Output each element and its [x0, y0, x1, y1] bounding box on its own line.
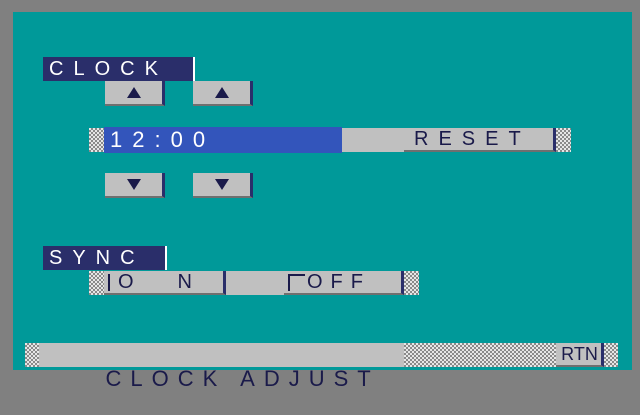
triangle-down-icon — [126, 179, 141, 190]
sync-on-indicator-icon — [108, 273, 110, 291]
reset-button-label: RESET — [414, 128, 531, 150]
hour-up-button[interactable] — [105, 81, 165, 106]
footer-title-text: CLOCK ADJUST — [105, 366, 380, 391]
return-button[interactable]: RTN — [556, 343, 604, 367]
sync-section-title: SYNC — [43, 246, 167, 270]
minute-down-button[interactable] — [193, 173, 253, 198]
hour-down-button[interactable] — [105, 173, 165, 198]
sync-row-spacer — [226, 271, 284, 295]
sync-on-button[interactable]: ON — [104, 271, 226, 295]
triangle-up-icon — [214, 87, 229, 98]
time-value: 12:00 — [110, 127, 216, 152]
footer-left-cap — [25, 343, 39, 367]
sync-row-right-cap — [404, 271, 419, 295]
reset-button[interactable]: RESET — [404, 128, 556, 152]
triangle-up-icon — [126, 87, 141, 98]
footer-filler — [404, 343, 556, 367]
sync-off-label: OFF — [307, 271, 371, 293]
clock-adjust-screen: CLOCK 12:00 RESET SYNC ON OFF CLOCK ADJU… — [13, 12, 632, 391]
triangle-down-icon — [214, 179, 229, 190]
time-row-spacer — [342, 128, 404, 152]
time-row-right-cap — [556, 128, 571, 152]
footer-title: CLOCK ADJUST — [39, 343, 404, 391]
sync-off-button[interactable]: OFF — [284, 271, 404, 295]
clock-section-title: CLOCK — [43, 57, 195, 81]
clock-title-text: CLOCK — [49, 58, 168, 80]
sync-on-label: ON — [118, 271, 236, 293]
return-button-label: RTN — [561, 343, 598, 364]
sync-title-text: SYNC — [49, 247, 145, 269]
time-display-field[interactable]: 12:00 — [104, 127, 342, 153]
footer-right-cap — [604, 343, 618, 367]
time-row-left-cap — [89, 128, 104, 152]
minute-up-button[interactable] — [193, 81, 253, 106]
sync-off-indicator-icon — [288, 273, 305, 291]
sync-row-left-cap — [89, 271, 104, 295]
